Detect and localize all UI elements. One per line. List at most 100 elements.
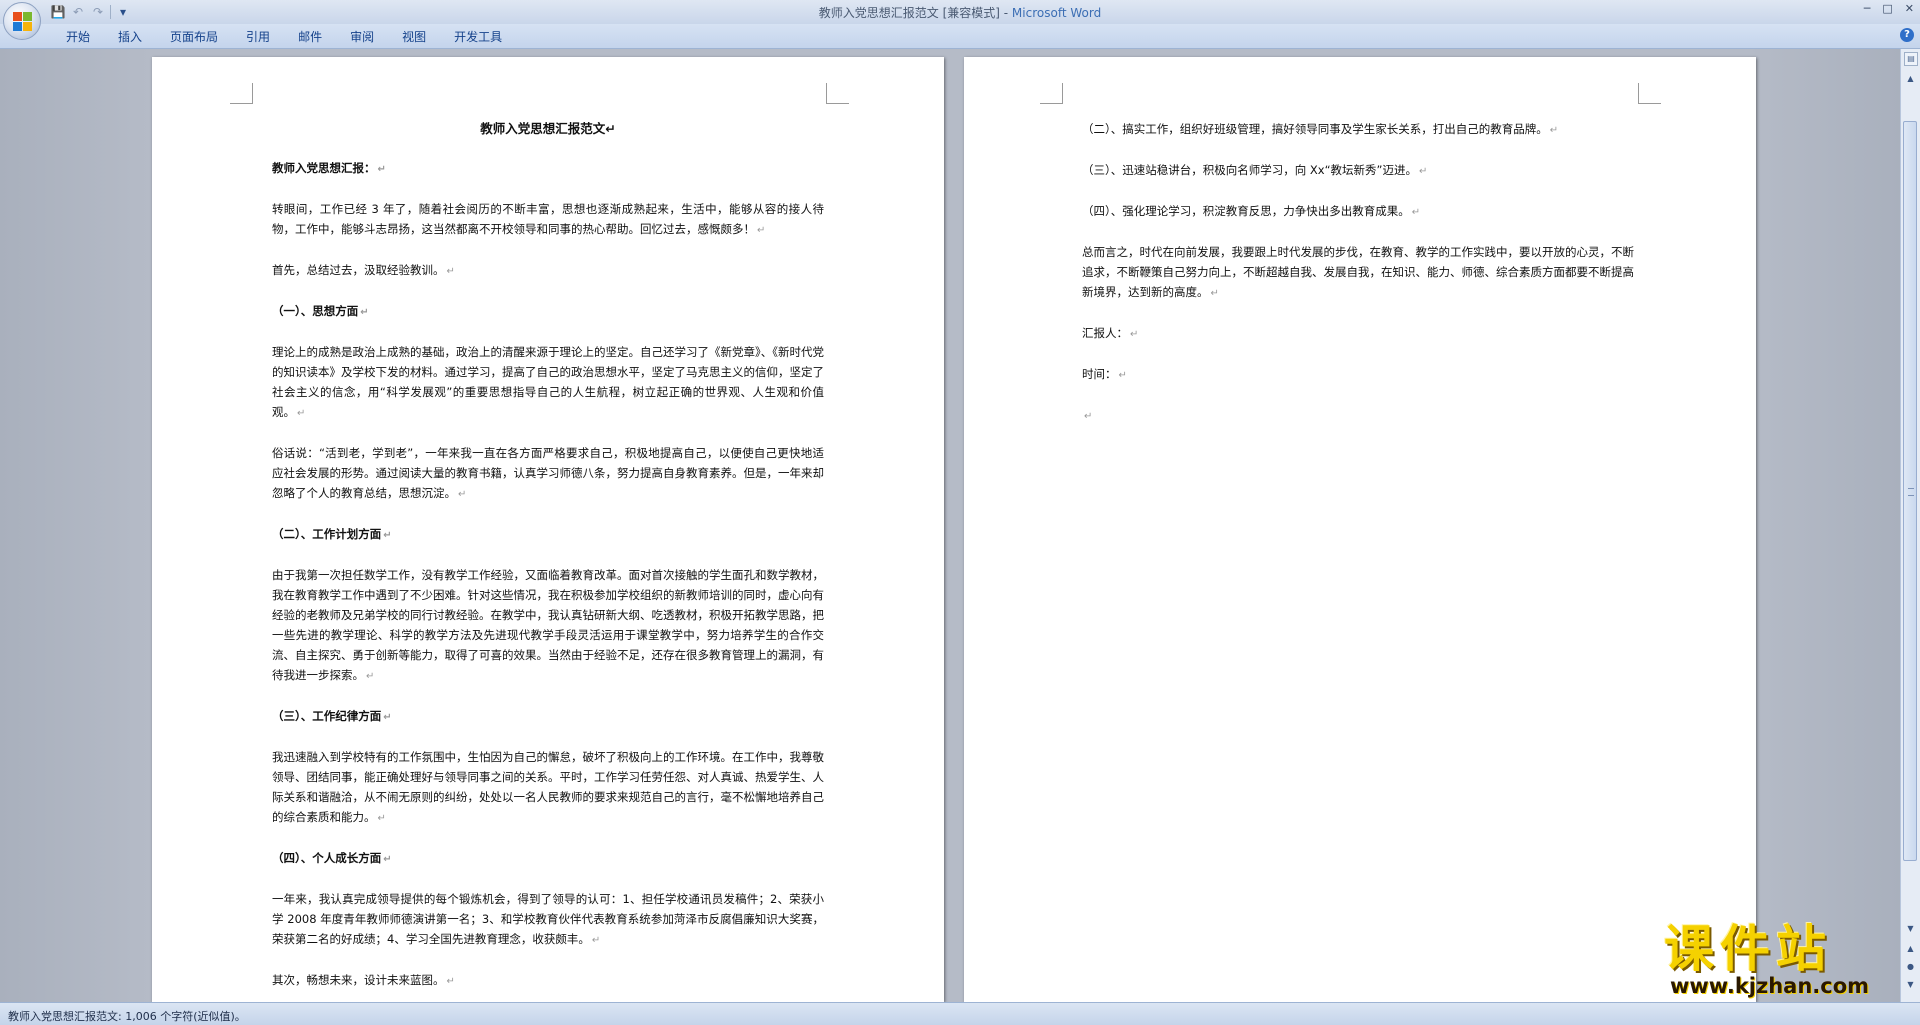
paragraph-text: （二）、搞实工作，组织好班级管理，搞好领导同事及学生家长关系，打出自己的教育品牌… xyxy=(1082,122,1548,136)
close-icon[interactable]: ✕ xyxy=(1905,2,1914,15)
paragraph-mark-icon: ↵ xyxy=(383,712,392,723)
paragraph: 理论上的成熟是政治上成熟的基础，政治上的清醒来源于理论上的坚定。自己还学习了《新… xyxy=(272,342,824,424)
ribbon-tab[interactable]: 邮件 xyxy=(284,29,336,45)
crop-mark xyxy=(1638,83,1661,104)
crop-mark xyxy=(230,83,253,104)
watermark: 课件站 www.kjzhan.com xyxy=(1664,922,1920,1002)
paragraph-text: 俗话说：“活到老，学到老”，一年来我一直在各方面严格要求自己，积极地提高自己，以… xyxy=(272,446,824,500)
maximize-icon[interactable]: □ xyxy=(1882,2,1892,15)
paragraph-mark-icon: ↵ xyxy=(366,671,375,682)
paragraph: 其次，畅想未来，设计未来蓝图。 ↵ xyxy=(272,970,824,992)
paragraph-mark-icon: ↵ xyxy=(1210,288,1219,299)
page-1-paragraphs: 教师入党思想汇报： ↵ 转眼间，工作已经 3 年了，随着社会阅历的不断丰富，思想也逐… xyxy=(272,158,824,992)
paragraph-text: （二）、工作计划方面 xyxy=(272,527,382,541)
ribbon-tab[interactable]: 开发工具 xyxy=(440,29,516,45)
document-workspace: 教师入党思想汇报范文↵ 教师入党思想汇报： ↵ 转眼间，工作已经 3 年了，随着社会… xyxy=(0,49,1900,1002)
ribbon-tab[interactable]: 页面布局 xyxy=(156,29,232,45)
paragraph: 首先，总结过去，汲取经验教训。 ↵ xyxy=(272,260,824,282)
paragraph-text: 转眼间，工作已经 3 年了，随着社会阅历的不断丰富，思想也逐渐成熟起来，生活中，… xyxy=(272,202,824,236)
paragraph-text: 理论上的成熟是政治上成熟的基础，政治上的清醒来源于理论上的坚定。自己还学习了《新… xyxy=(272,345,824,419)
paragraph-mark-icon: ↵ xyxy=(383,530,392,541)
vertical-scrollbar[interactable]: ▤ ▲ ▼ ▲ ● ▼ xyxy=(1900,49,1920,1002)
section-heading: （三）、工作纪律方面 ↵ xyxy=(272,706,824,728)
section-heading: （二）、工作计划方面 ↵ xyxy=(272,524,824,546)
document-page-2[interactable]: （二）、搞实工作，组织好班级管理，搞好领导同事及学生家长关系，打出自己的教育品牌… xyxy=(964,57,1756,1002)
paragraph-text: 我迅速融入到学校特有的工作氛围中，生怕因为自己的懈怠，破坏了积极向上的工作环境。… xyxy=(272,750,824,824)
paragraph-text: （三）、迅速站稳讲台，积极向名师学习，向 Xx“教坛新秀”迈进。 xyxy=(1082,163,1418,177)
window-title-app: Microsoft Word xyxy=(1011,6,1102,20)
page-1-body: 教师入党思想汇报范文↵ 教师入党思想汇报： ↵ 转眼间，工作已经 3 年了，随着社会… xyxy=(272,119,824,1002)
paragraph-mark-icon: ↵ xyxy=(1411,207,1421,218)
paragraph: 由于我第一次担任数学工作，没有教学工作经验，又面临着教育改革。面对首次接触的学生… xyxy=(272,565,824,687)
paragraph-text: （三）、工作纪律方面 xyxy=(272,709,382,723)
word-count-status[interactable]: 教师入党思想汇报范文: 1,006 个字符(近似值)。 xyxy=(8,1008,246,1024)
ribbon: 开始 插入 页面布局 引用 邮件 审阅 视图 开发工具 ? xyxy=(0,24,1920,49)
paragraph-text: （一）、思想方面 xyxy=(272,304,359,318)
office-logo-icon xyxy=(13,12,33,32)
paragraph: 转眼间，工作已经 3 年了，随着社会阅历的不断丰富，思想也逐渐成熟起来，生活中，… xyxy=(272,199,824,241)
watermark-url: www.kjzhan.com xyxy=(1670,974,1870,998)
paragraph: 时间： ↵ xyxy=(1082,364,1634,386)
paragraph-text: （四）、个人成长方面 xyxy=(272,851,382,865)
section-heading: （四）、个人成长方面 ↵ xyxy=(272,848,824,870)
paragraph-mark-icon: ↵ xyxy=(377,164,386,175)
ribbon-tab[interactable]: 插入 xyxy=(104,29,156,45)
view-ruler-icon[interactable]: ▤ xyxy=(1904,52,1918,66)
paragraph-text: （四）、强化理论学习，积淀教育反思，力争快出多出教育成果。 xyxy=(1082,204,1410,218)
paragraph-mark-icon: ↵ xyxy=(377,813,386,824)
paragraph: ↵ xyxy=(1082,405,1634,427)
scroll-up-icon[interactable]: ▲ xyxy=(1903,71,1918,86)
page-2-paragraphs: （二）、搞实工作，组织好班级管理，搞好领导同事及学生家长关系，打出自己的教育品牌… xyxy=(1082,119,1634,427)
paragraph-mark-icon: ↵ xyxy=(1130,329,1139,340)
paragraph-mark-icon: ↵ xyxy=(1549,125,1559,136)
paragraph: 我迅速融入到学校特有的工作氛围中，生怕因为自己的懈怠，破坏了积极向上的工作环境。… xyxy=(272,747,824,829)
paragraph-mark-icon: ↵ xyxy=(458,489,467,500)
paragraph-text: 一年来，我认真完成领导提供的每个锻炼机会，得到了领导的认可：1、担任学校通讯员发… xyxy=(272,892,824,946)
status-bar: 教师入党思想汇报范文: 1,006 个字符(近似值)。 xyxy=(0,1002,1920,1025)
window-title: 教师入党思想汇报范文 [兼容模式] - Microsoft Word xyxy=(0,4,1920,21)
paragraph-mark-icon: ↵ xyxy=(1118,370,1127,381)
paragraph-mark-icon: ↵ xyxy=(446,266,455,277)
scrollbar-grip-icon xyxy=(1908,488,1914,496)
paragraph-text: 总而言之，时代在向前发展，我要跟上时代发展的步伐，在教育、教学的工作实践中，要以… xyxy=(1082,245,1634,299)
page-2-body: （二）、搞实工作，组织好班级管理，搞好领导同事及学生家长关系，打出自己的教育品牌… xyxy=(1082,119,1634,446)
section-heading: （一）、思想方面 ↵ xyxy=(272,301,824,323)
document-page-1[interactable]: 教师入党思想汇报范文↵ 教师入党思想汇报： ↵ 转眼间，工作已经 3 年了，随着社会… xyxy=(152,57,944,1002)
window-controls: ─ □ ✕ xyxy=(1864,2,1914,15)
paragraph: （二）、搞实工作，组织好班级管理，搞好领导同事及学生家长关系，打出自己的教育品牌… xyxy=(1082,119,1634,141)
paragraph: 汇报人： ↵ xyxy=(1082,323,1634,345)
paragraph-mark-icon: ↵ xyxy=(360,307,369,318)
paragraph-mark-icon: ↵ xyxy=(383,854,392,865)
ribbon-tab[interactable]: 视图 xyxy=(388,29,440,45)
paragraph-mark-icon: ↵ xyxy=(605,121,616,136)
paragraph-text: 汇报人： xyxy=(1082,326,1128,340)
paragraph: （四）、强化理论学习，积淀教育反思，力争快出多出教育成果。 ↵ xyxy=(1082,201,1634,223)
crop-mark xyxy=(1040,83,1063,104)
paragraph-text: 首先，总结过去，汲取经验教训。 xyxy=(272,263,445,277)
title-bar: 💾 ↶ ↷ ▾ 教师入党思想汇报范文 [兼容模式] - Microsoft Wo… xyxy=(0,0,1920,24)
paragraph-mark-icon: ↵ xyxy=(1419,166,1428,177)
paragraph-mark-icon: ↵ xyxy=(757,225,766,236)
document-title: 教师入党思想汇报范文↵ xyxy=(272,119,824,139)
paragraph: 一年来，我认真完成领导提供的每个锻炼机会，得到了领导的认可：1、担任学校通讯员发… xyxy=(272,889,824,951)
paragraph: （三）、迅速站稳讲台，积极向名师学习，向 Xx“教坛新秀”迈进。 ↵ xyxy=(1082,160,1634,182)
ribbon-tab[interactable]: 引用 xyxy=(232,29,284,45)
ribbon-tabs: 开始 插入 页面布局 引用 邮件 审阅 视图 开发工具 xyxy=(52,29,516,45)
paragraph-text: 教师入党思想汇报： xyxy=(272,161,376,175)
section-heading: 教师入党思想汇报： ↵ xyxy=(272,158,824,180)
crop-mark xyxy=(826,83,849,104)
paragraph-mark-icon: ↵ xyxy=(1084,411,1093,422)
paragraph-mark-icon: ↵ xyxy=(297,408,306,419)
minimize-icon[interactable]: ─ xyxy=(1864,2,1871,15)
scrollbar-thumb[interactable] xyxy=(1903,121,1917,861)
ribbon-tab[interactable]: 审阅 xyxy=(336,29,388,45)
help-icon[interactable]: ? xyxy=(1900,28,1914,42)
ribbon-tab[interactable]: 开始 xyxy=(52,29,104,45)
document-title-text: 教师入党思想汇报范文 xyxy=(480,121,606,136)
paragraph-text: 其次，畅想未来，设计未来蓝图。 xyxy=(272,973,445,987)
paragraph-text: 由于我第一次担任数学工作，没有教学工作经验，又面临着教育改革。面对首次接触的学生… xyxy=(272,568,824,682)
office-button[interactable] xyxy=(3,2,41,40)
paragraph-mark-icon: ↵ xyxy=(446,976,455,987)
window-title-document: 教师入党思想汇报范文 [兼容模式] - xyxy=(818,6,1012,20)
paragraph-mark-icon: ↵ xyxy=(591,935,601,946)
